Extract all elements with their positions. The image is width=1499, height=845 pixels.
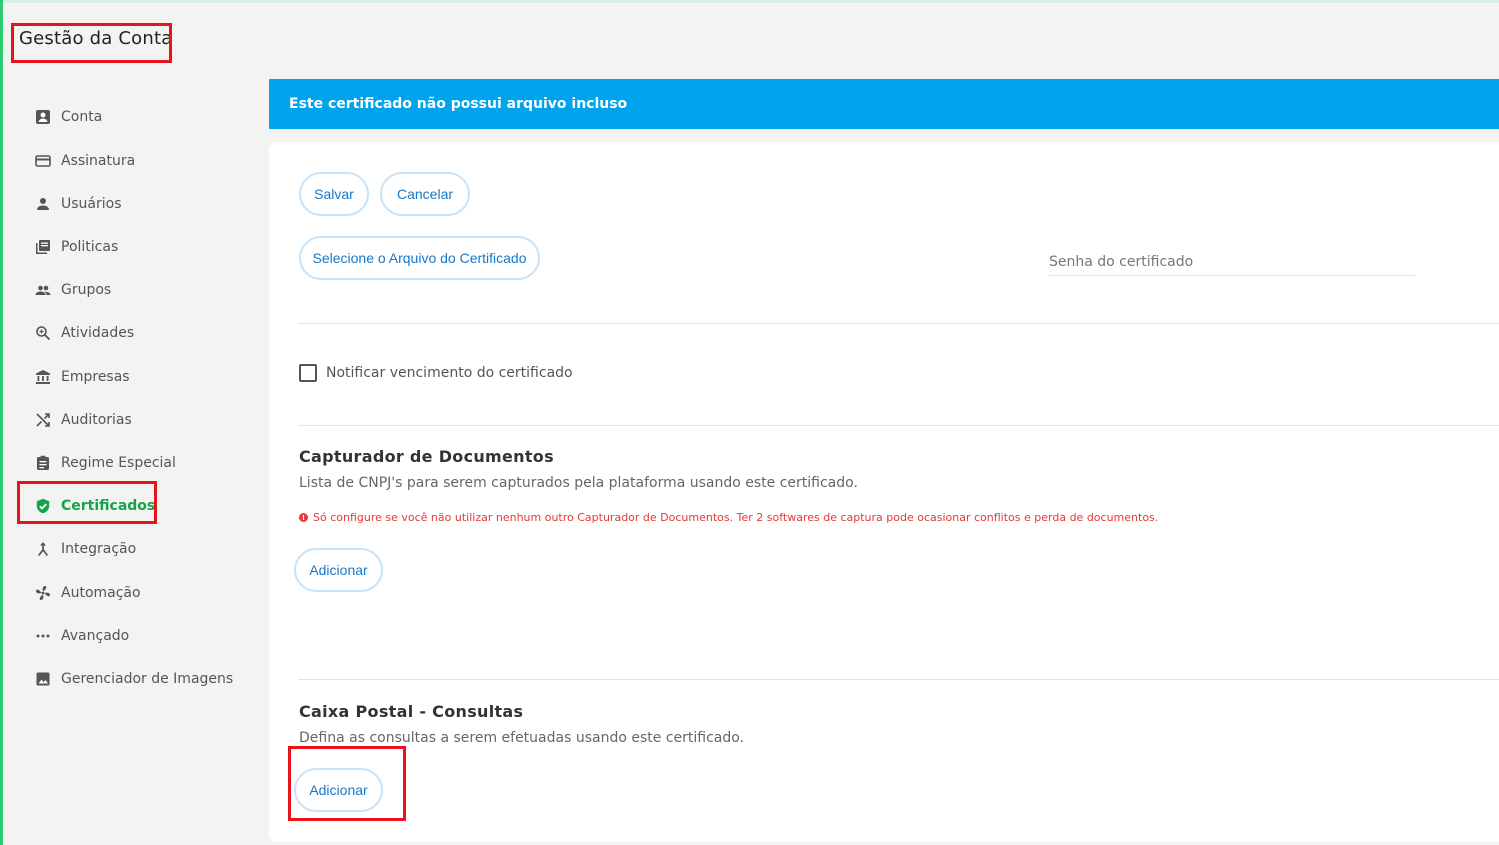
top-border <box>0 0 1499 3</box>
sidebar-item-regime-especial[interactable]: Regime Especial <box>35 451 176 475</box>
sidebar-item-auditorias[interactable]: Auditorias <box>35 408 132 432</box>
divider <box>298 323 1499 324</box>
capturador-warning-text: Só configure se você não utilizar nenhum… <box>313 511 1159 524</box>
sidebar-item-label: Gerenciador de Imagens <box>61 671 234 687</box>
caixa-postal-title: Caixa Postal - Consultas <box>299 702 524 721</box>
sidebar-item-conta[interactable]: Conta <box>35 105 102 129</box>
sidebar-item-label: Assinatura <box>61 153 136 169</box>
sidebar-item-atividades[interactable]: Atividades <box>35 321 134 345</box>
sidebar-item-label: Conta <box>61 109 103 125</box>
info-banner-text: Este certificado não possui arquivo incl… <box>289 96 628 112</box>
left-border <box>0 0 3 845</box>
notify-expiration-label: Notificar vencimento do certificado <box>326 365 573 381</box>
sidebar-item-label: Regime Especial <box>61 455 176 471</box>
shuffle-icon <box>35 412 51 428</box>
sidebar-item-label: Certificados <box>61 498 156 514</box>
sidebar-item-label: Auditorias <box>61 412 132 428</box>
sidebar-item-politicas[interactable]: Politicas <box>35 235 118 259</box>
image-icon <box>35 671 51 687</box>
sidebar-item-label: Politicas <box>61 239 119 255</box>
sidebar-item-label: Atividades <box>61 325 135 341</box>
sidebar-item-empresas[interactable]: Empresas <box>35 365 130 389</box>
merge-icon <box>35 541 51 557</box>
caixa-postal-description: Defina as consultas a serem efetuadas us… <box>299 730 745 746</box>
sidebar-item-certificados[interactable]: Certificados <box>35 494 155 518</box>
cancel-button[interactable]: Cancelar <box>380 172 470 216</box>
certificate-password-field[interactable]: Senha do certificado <box>1049 248 1415 276</box>
shield-check-icon <box>35 498 51 514</box>
sidebar-item-assinatura[interactable]: Assinatura <box>35 149 135 173</box>
info-banner: Este certificado não possui arquivo incl… <box>269 79 1499 129</box>
sidebar-item-gerenciador-de-imagens[interactable]: Gerenciador de Imagens <box>35 667 233 691</box>
save-button[interactable]: Salvar <box>299 172 369 216</box>
search-zoom-icon <box>35 325 51 341</box>
capturador-title: Capturador de Documentos <box>299 447 554 466</box>
sidebar-item-integracao[interactable]: Integração <box>35 537 136 561</box>
sidebar-item-label: Grupos <box>61 282 112 298</box>
sidebar-item-avancado[interactable]: Avançado <box>35 624 129 648</box>
sidebar-item-label: Avançado <box>61 628 130 644</box>
divider <box>298 679 1499 680</box>
credit-card-icon <box>35 153 51 169</box>
caixa-postal-add-button[interactable]: Adicionar <box>294 768 383 812</box>
bank-icon <box>35 369 51 385</box>
certificate-password-placeholder: Senha do certificado <box>1049 253 1194 270</box>
sidebar-item-label: Automação <box>61 585 141 601</box>
select-certificate-file-button[interactable]: Selecione o Arquivo do Certificado <box>299 236 540 280</box>
divider <box>298 425 1499 426</box>
library-books-icon <box>35 239 51 255</box>
sidebar-item-grupos[interactable]: Grupos <box>35 278 111 302</box>
capturador-warning: ! Só configure se você não utilizar nenh… <box>299 511 1158 524</box>
sidebar-item-label: Integração <box>61 541 137 557</box>
notify-expiration-option[interactable]: Notificar vencimento do certificado <box>299 363 573 383</box>
fan-icon <box>35 585 51 601</box>
person-icon <box>35 196 51 212</box>
notify-expiration-checkbox[interactable] <box>299 364 317 382</box>
people-icon <box>35 282 51 298</box>
more-horiz-icon <box>35 628 51 644</box>
capturador-add-button[interactable]: Adicionar <box>294 548 383 592</box>
sidebar-item-usuarios[interactable]: Usuários <box>35 192 122 216</box>
clipboard-icon <box>35 455 51 471</box>
capturador-description: Lista de CNPJ's para serem capturados pe… <box>299 475 858 491</box>
account-box-icon <box>35 109 51 125</box>
alert-icon: ! <box>299 513 308 522</box>
page-title: Gestão da Conta <box>19 28 173 49</box>
sidebar-item-automacao[interactable]: Automação <box>35 581 141 605</box>
sidebar-item-label: Empresas <box>61 369 130 385</box>
sidebar-item-label: Usuários <box>61 196 122 212</box>
